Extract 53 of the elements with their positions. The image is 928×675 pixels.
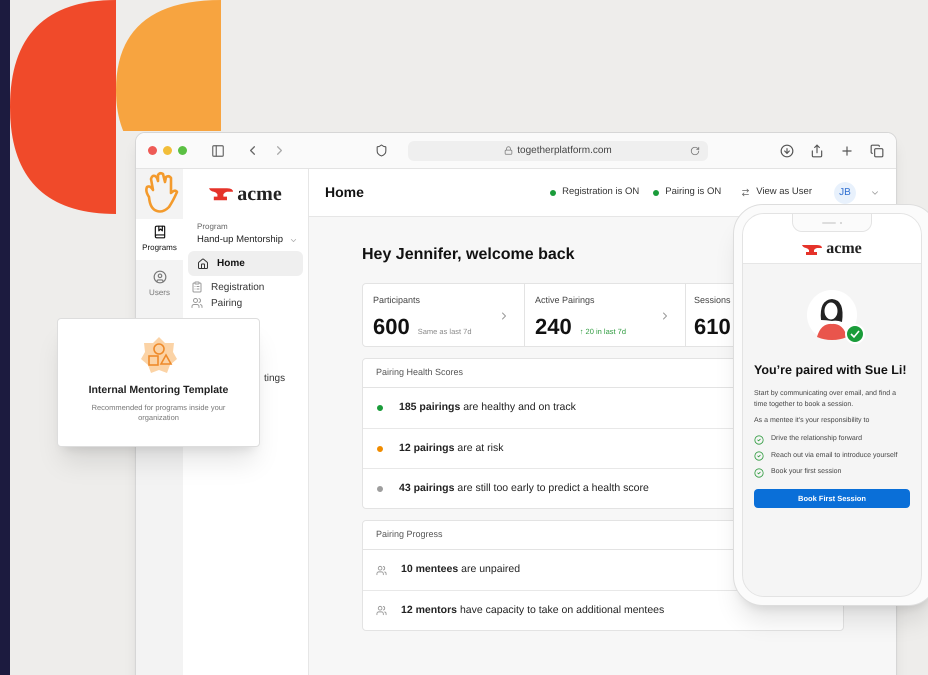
status-label: Registration is ON [562,185,640,200]
stat-value: 610 [694,312,731,340]
people-icon [191,297,203,310]
stat-label: Active Pairings [535,294,596,307]
sidebar-item[interactable]: Registration [188,279,268,296]
address-bar[interactable]: togetherplatform.com [408,140,708,160]
welcome-heading: Hey Jennifer, welcome back [362,245,575,265]
health-row-text: 43 pairings are still too early to predict a health score [399,480,649,496]
tabs-icon[interactable] [870,144,884,158]
shapes-icon [138,335,178,375]
user-avatar[interactable]: JB [834,182,856,204]
progress-row-text: 12 mentors have capacity to take on additional mentees [401,602,664,618]
avatar-drawing [807,290,865,344]
stat-value: 240 [535,312,572,340]
people-icon [376,605,387,616]
home-icon [197,258,209,270]
lock-icon [504,146,514,155]
page-title: Home [325,183,364,202]
new-tab-icon[interactable] [840,144,854,158]
download-icon[interactable] [780,144,794,158]
stat-value: 600 [373,312,410,340]
program-label: Program [197,221,229,233]
reload-icon[interactable] [690,146,700,156]
shield-icon[interactable] [375,144,388,157]
status-label: Pairing is ON [665,185,722,200]
stat-label: Sessions [694,294,732,307]
form-icon [191,281,203,294]
health-row-text: 185 pairings are healthy and on track [399,400,576,416]
sidebar-item[interactable]: tings [264,371,286,386]
health-row-text: 12 pairings are at risk [399,440,504,456]
anvil-icon [802,244,822,254]
book-icon [152,225,166,239]
anvil-icon [209,187,234,201]
acme-logo-text: acme [237,182,282,207]
sidebar-item[interactable]: Home [188,251,303,276]
stat-label: Participants [373,294,422,307]
people-icon [376,564,387,576]
template-title: Internal Mentoring Template [88,383,228,398]
share-icon[interactable] [810,144,824,158]
check-circle-icon [754,434,764,444]
acme-logo-text: acme [826,239,862,259]
view-as-user-button[interactable]: View as User [741,185,812,200]
rail-item[interactable]: Programs [136,219,183,260]
check-circle-icon [754,451,764,461]
swap-icon [741,188,750,197]
progress-row-text: 10 mentees are unpaired [401,562,520,578]
url-text: togetherplatform.com [517,144,612,158]
user-circle-icon [152,270,166,284]
program-select[interactable]: Hand-up Mentorship [197,233,298,248]
sidebar-item[interactable]: Pairing [188,295,246,312]
check-circle-icon [754,468,764,478]
sidebar-toggle-icon[interactable] [211,144,225,158]
rail-item[interactable]: Users [136,264,183,305]
